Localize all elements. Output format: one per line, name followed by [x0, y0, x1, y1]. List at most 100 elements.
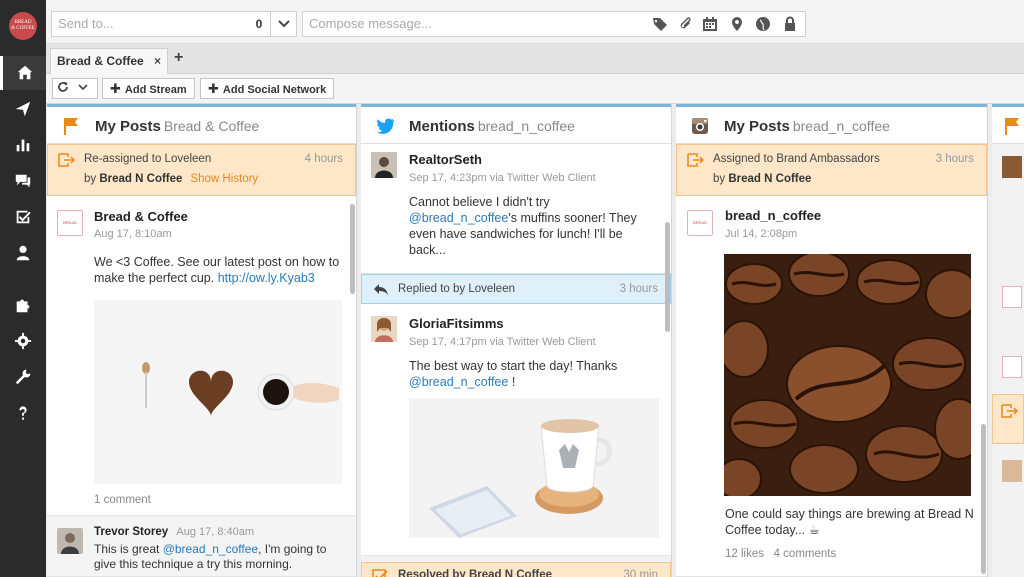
location-pin-icon[interactable]: [729, 16, 745, 32]
assignment-banner[interactable]: Assigned to Brand Ambassadors 3 hours by…: [676, 144, 987, 196]
avatar[interactable]: [371, 316, 397, 342]
avatar[interactable]: [371, 152, 397, 178]
mention-link[interactable]: @bread_n_coffee: [163, 542, 258, 556]
post-image[interactable]: [716, 251, 984, 500]
globe-icon[interactable]: [755, 16, 771, 32]
add-social-network-button[interactable]: ✚ Add Social Network: [200, 78, 335, 99]
tasks-icon: [16, 210, 31, 224]
comment-author[interactable]: Trevor Storey Aug 17, 8:40am: [94, 526, 254, 538]
post-card[interactable]: BREAD Bread & Coffee Aug 17, 8:10am We <…: [47, 196, 356, 516]
column-title: My Posts bread_n_coffee: [724, 118, 890, 135]
comments-count[interactable]: 4 comments: [774, 548, 837, 560]
banner-text: Assigned to Brand Ambassadors: [713, 153, 880, 165]
column-scrollbar[interactable]: [350, 204, 355, 294]
column-title: My Posts Bread & Coffee: [95, 118, 260, 135]
post-author[interactable]: GloriaFitsimms: [409, 316, 504, 331]
app-window: BREAD & COFFEE Send to... 0 Compose mess…: [0, 0, 1024, 577]
assign-arrow-icon: [687, 153, 705, 167]
add-social-network-label: Add Social Network: [222, 84, 327, 96]
home-icon: [17, 65, 32, 80]
replied-banner[interactable]: Replied to by Loveleen 3 hours: [361, 274, 671, 304]
column-subtitle: bread_n_coffee: [477, 118, 575, 134]
calendar-icon[interactable]: [702, 16, 718, 32]
avatar[interactable]: [1002, 286, 1022, 308]
assignment-banner[interactable]: [992, 394, 1024, 444]
send-to-dropdown[interactable]: [270, 11, 297, 37]
post-author[interactable]: RealtorSeth: [409, 152, 482, 167]
help-icon: [19, 406, 27, 420]
post-link[interactable]: http://ow.ly.Kyab3: [218, 271, 315, 285]
reply-arrow-icon: [374, 284, 388, 295]
avatar[interactable]: BREAD: [687, 210, 713, 236]
nav-tasks[interactable]: [0, 200, 46, 234]
mention-link[interactable]: @bread_n_coffee: [409, 375, 508, 389]
banner-time: 4 hours: [304, 153, 343, 165]
avatar[interactable]: [57, 528, 83, 554]
post-author[interactable]: bread_n_coffee: [725, 208, 821, 223]
lock-icon[interactable]: [782, 16, 798, 32]
mention-link[interactable]: @bread_n_coffee: [409, 211, 508, 225]
post-text: The best way to start the day! Thanks @br…: [409, 359, 618, 389]
add-tab-button[interactable]: +: [174, 49, 183, 67]
add-stream-button[interactable]: ✚ Add Stream: [102, 78, 195, 99]
send-icon: [15, 101, 31, 117]
nav-publisher[interactable]: [0, 92, 46, 126]
post-image[interactable]: [409, 398, 659, 538]
avatar[interactable]: [1002, 356, 1022, 378]
likes-count[interactable]: 12 likes: [725, 548, 764, 560]
coffee-cup-image: [409, 398, 659, 538]
column-header: My Posts bread_n_coffee: [676, 104, 987, 144]
settings-icon: [14, 332, 32, 350]
assignment-banner[interactable]: Re-assigned to Loveleen 4 hours by Bread…: [47, 144, 356, 196]
post-time[interactable]: Jul 14, 2:08pm: [725, 228, 797, 240]
refresh-button[interactable]: [52, 78, 98, 99]
column-subtitle: bread_n_coffee: [792, 118, 890, 134]
banner-text: Re-assigned to Loveleen: [84, 153, 212, 165]
nav-home[interactable]: [0, 56, 46, 90]
nav-help[interactable]: [0, 396, 46, 430]
avatar[interactable]: BREAD: [57, 210, 83, 236]
sidebar: BREAD & COFFEE: [0, 0, 46, 577]
nav-contacts[interactable]: [0, 236, 46, 270]
column-subtitle: Bread & Coffee: [163, 118, 260, 134]
resolved-check-icon: [372, 569, 388, 577]
tab-bread-coffee[interactable]: Bread & Coffee ×: [50, 48, 168, 74]
post-card[interactable]: RealtorSeth Sep 17, 4:23pm via Twitter W…: [361, 144, 671, 274]
stream-column-my-posts: My Posts Bread & Coffee Re-assigned to Lo…: [47, 104, 357, 577]
attachment-icon[interactable]: [677, 16, 693, 32]
tools-icon: [15, 369, 31, 385]
assignments-icon: [15, 174, 31, 188]
post-time[interactable]: Sep 17, 4:17pm via Twitter Web Client: [409, 336, 596, 348]
post-text: We <3 Coffee. See our latest post on how…: [94, 255, 340, 285]
comment-text: This is great @bread_n_coffee, I'm going…: [94, 542, 327, 571]
tag-icon[interactable]: [652, 16, 668, 32]
post-author[interactable]: Bread & Coffee: [94, 209, 188, 224]
brand-logo[interactable]: BREAD & COFFEE: [9, 12, 37, 40]
post-card[interactable]: BREAD bread_n_coffee Jul 14, 2:08pm One …: [676, 196, 987, 577]
post-card[interactable]: GloriaFitsimms Sep 17, 4:17pm via Twitte…: [361, 304, 671, 556]
tab-label: Bread & Coffee: [57, 54, 144, 68]
twitter-bird-icon: [376, 118, 395, 134]
nav-settings[interactable]: [0, 324, 46, 358]
close-icon[interactable]: ×: [154, 49, 161, 73]
assign-arrow-icon: [58, 153, 76, 167]
avatar[interactable]: [1002, 460, 1022, 482]
nav-tools[interactable]: [0, 360, 46, 394]
post-time[interactable]: Sep 17, 4:23pm via Twitter Web Client: [409, 172, 596, 184]
column-scrollbar[interactable]: [981, 424, 986, 574]
avatar[interactable]: [1002, 156, 1022, 178]
resolved-banner[interactable]: Resolved by Bread N Coffee 30 min: [361, 562, 671, 577]
banner-time: 3 hours: [619, 283, 658, 295]
flag-icon: [64, 118, 78, 135]
column-scrollbar[interactable]: [665, 222, 670, 332]
nav-assignments[interactable]: [0, 164, 46, 198]
comment-count[interactable]: 1 comment: [94, 494, 151, 506]
comment-time: Aug 17, 8:40am: [176, 526, 255, 538]
post-text: One could say things are brewing at Brea…: [725, 507, 974, 537]
banner-time: 3 hours: [935, 153, 974, 165]
post-image[interactable]: [94, 300, 342, 484]
nav-apps[interactable]: [0, 288, 46, 322]
nav-analytics[interactable]: [0, 128, 46, 162]
show-history-link[interactable]: Show History: [190, 173, 258, 185]
post-time[interactable]: Aug 17, 8:10am: [94, 228, 172, 240]
